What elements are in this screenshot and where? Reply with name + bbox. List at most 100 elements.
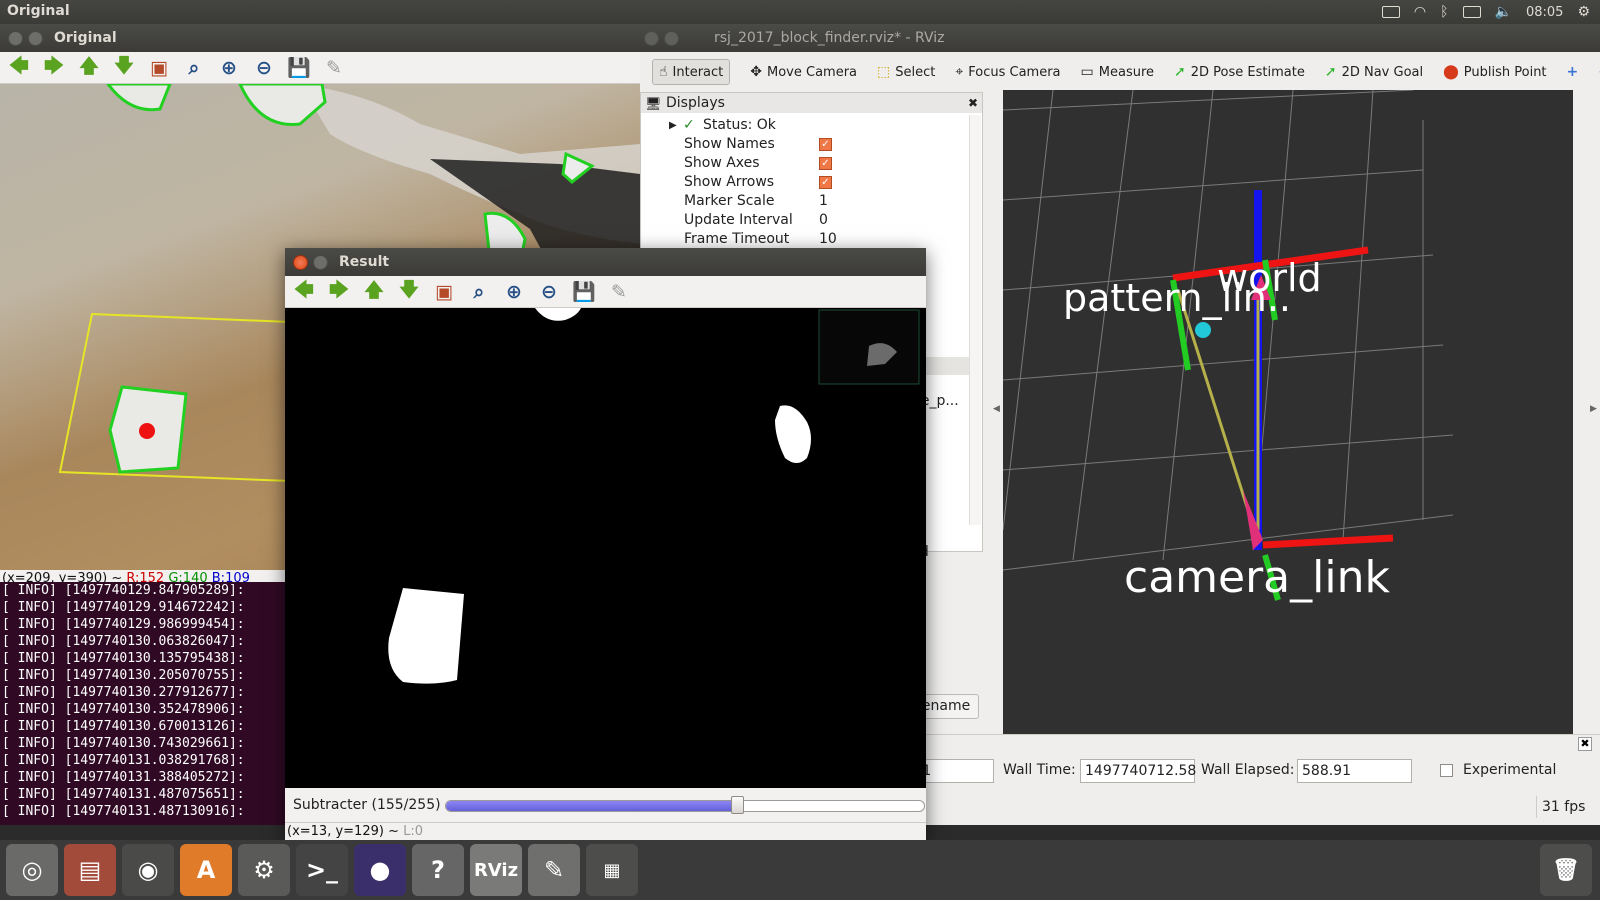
result-window: Result 🡄 🡆 🡅 🡇 ▣ ⌕ ⊕ ⊖ 💾 ✎ Subtracter (1…	[285, 248, 926, 840]
rviz-icon[interactable]: RViz	[470, 844, 522, 896]
battery-icon[interactable]	[1462, 6, 1481, 18]
terminal-line: [ INFO] [1497740130.670013126]:	[2, 719, 245, 734]
close-button[interactable]	[293, 255, 308, 270]
3d-viewport[interactable]: pattern_lin.. world camera_link	[1003, 90, 1573, 748]
minimize-button[interactable]	[313, 255, 328, 270]
move-camera-tool[interactable]: ✥ Move Camera	[750, 64, 857, 80]
block-centroid	[139, 423, 155, 439]
arrow-left-icon[interactable]: 🡄	[293, 279, 315, 303]
marker-scale-row[interactable]: Marker Scale 1	[641, 192, 971, 211]
publish-point-tool[interactable]: ⬤ Publish Point	[1443, 64, 1546, 80]
close-button[interactable]	[644, 31, 659, 46]
trackbar-handle[interactable]	[730, 796, 744, 814]
arrow-right-icon[interactable]: 🡆	[43, 55, 65, 79]
show-arrows-checkbox[interactable]: ✓	[819, 176, 832, 189]
clock[interactable]: 08:05	[1526, 5, 1563, 20]
eclipse-icon[interactable]: ●	[354, 844, 406, 896]
zoom-region-icon[interactable]: ⌕	[183, 57, 205, 79]
expand-arrow-icon[interactable]: ▶	[669, 116, 677, 135]
terminal-line: [ INFO] [1497740129.914672242]:	[2, 600, 245, 615]
keyboard-icon[interactable]	[1381, 6, 1400, 18]
window-title: Original	[54, 30, 117, 46]
select-tool[interactable]: ⬚ Select	[877, 64, 935, 80]
software-center-icon[interactable]: A	[180, 844, 232, 896]
workspace-switcher-icon[interactable]: ▦	[586, 844, 638, 896]
minimize-button[interactable]	[664, 31, 679, 46]
arrow-up-icon[interactable]: 🡅	[78, 55, 100, 79]
trackbar-label: Subtracter (155/255)	[293, 797, 441, 813]
image-icon[interactable]: ▣	[433, 281, 455, 303]
collapse-right-icon[interactable]: ▶	[1590, 404, 1597, 414]
files-icon[interactable]: ▤	[64, 844, 116, 896]
minimize-button[interactable]	[28, 31, 43, 46]
zoom-in-icon[interactable]: ⊕	[503, 281, 525, 303]
viewport-scene	[1003, 90, 1454, 601]
wall-time-field[interactable]: 1497740712.58	[1080, 759, 1196, 783]
trackbar-track[interactable]	[445, 800, 925, 812]
image-icon[interactable]: ▣	[148, 57, 170, 79]
status-row[interactable]: ▶ ✓ Status: Ok	[641, 116, 971, 135]
show-axes-row[interactable]: Show Axes ✓	[641, 154, 971, 173]
close-time-panel-icon[interactable]: ✖	[1578, 737, 1592, 751]
displays-scrollbar[interactable]	[969, 115, 981, 525]
volume-icon[interactable]: 🔈	[1495, 4, 1512, 20]
dash-icon[interactable]: ◎	[6, 844, 58, 896]
terminal[interactable]: [ INFO] [1497740129.847905289]: [ INFO] […	[0, 582, 290, 825]
pose-estimate-tool[interactable]: ➚ 2D Pose Estimate	[1174, 64, 1305, 80]
arrow-left-icon[interactable]: 🡄	[8, 55, 30, 79]
top-panel: Original ◠ ᛒ 🔈 08:05 ⚙	[0, 0, 1600, 24]
arrow-up-icon[interactable]: 🡅	[363, 279, 385, 303]
experimental-checkbox[interactable]	[1440, 764, 1453, 777]
zoom-out-icon[interactable]: ⊖	[253, 57, 275, 79]
subtracter-trackbar: Subtracter (155/255)	[285, 788, 926, 822]
add-tool-button[interactable]: +	[1567, 64, 1579, 80]
properties-icon[interactable]: ✎	[608, 281, 630, 303]
focus-camera-tool[interactable]: ⌖ Focus Camera	[955, 64, 1060, 80]
save-icon[interactable]: 💾	[572, 281, 596, 303]
arrow-right-icon[interactable]: 🡆	[328, 279, 350, 303]
help-icon[interactable]: ?	[412, 844, 464, 896]
show-names-checkbox[interactable]: ✓	[819, 138, 832, 151]
result-titlebar[interactable]: Result	[285, 248, 926, 276]
wall-time-label: Wall Time:	[1003, 762, 1076, 778]
rviz-titlebar[interactable]: rsj_2017_block_finder.rviz* - RViz	[640, 24, 1600, 52]
result-image[interactable]	[285, 308, 926, 788]
window-title: Result	[339, 254, 390, 270]
frame-timeout-row[interactable]: Frame Timeout 10	[641, 230, 971, 249]
terminal-line: [ INFO] [1497740130.277912677]:	[2, 685, 245, 700]
pattern-marker	[1195, 322, 1211, 338]
world-label: world	[1217, 256, 1322, 300]
wifi-icon[interactable]: ◠	[1414, 4, 1426, 20]
zoom-region-icon[interactable]: ⌕	[468, 281, 490, 303]
trash-icon[interactable]: 🗑	[1540, 844, 1592, 896]
wall-elapsed-field[interactable]: 588.91	[1297, 759, 1412, 783]
arrow-down-icon[interactable]: 🡇	[113, 55, 135, 79]
launcher-dock: ◎ ▤ ◉ A ⚙ >_ ● ? RViz ✎ ▦ 🗑	[0, 840, 1600, 900]
check-icon: ✓	[683, 117, 695, 133]
zoom-in-icon[interactable]: ⊕	[218, 57, 240, 79]
show-arrows-row[interactable]: Show Arrows ✓	[641, 173, 971, 192]
gear-icon[interactable]: ⚙	[1577, 4, 1590, 20]
save-icon[interactable]: 💾	[287, 57, 311, 79]
bluetooth-icon[interactable]: ᛒ	[1440, 4, 1448, 20]
settings-icon[interactable]: ⚙	[238, 844, 290, 896]
chrome-icon[interactable]: ◉	[122, 844, 174, 896]
plus-icon: +	[1566, 64, 1579, 80]
text-editor-icon[interactable]: ✎	[528, 844, 580, 896]
select-icon: ⬚	[877, 64, 891, 80]
arrow-down-icon[interactable]: 🡇	[398, 279, 420, 303]
nav-goal-tool[interactable]: ➚ 2D Nav Goal	[1325, 64, 1423, 80]
update-interval-row[interactable]: Update Interval 0	[641, 211, 971, 230]
collapse-left-icon[interactable]: ◀	[993, 404, 1000, 414]
green-arrow-icon: ➚	[1324, 64, 1337, 80]
measure-tool[interactable]: ▭ Measure	[1081, 64, 1154, 80]
close-panel-icon[interactable]: ✖	[968, 93, 978, 113]
show-axes-checkbox[interactable]: ✓	[819, 157, 832, 170]
original-titlebar[interactable]: Original	[0, 24, 640, 52]
properties-icon[interactable]: ✎	[323, 57, 345, 79]
show-names-row[interactable]: Show Names ✓	[641, 135, 971, 154]
interact-tool[interactable]: ☝ Interact	[652, 59, 731, 85]
close-button[interactable]	[8, 31, 23, 46]
zoom-out-icon[interactable]: ⊖	[538, 281, 560, 303]
terminal-icon[interactable]: >_	[296, 844, 348, 896]
